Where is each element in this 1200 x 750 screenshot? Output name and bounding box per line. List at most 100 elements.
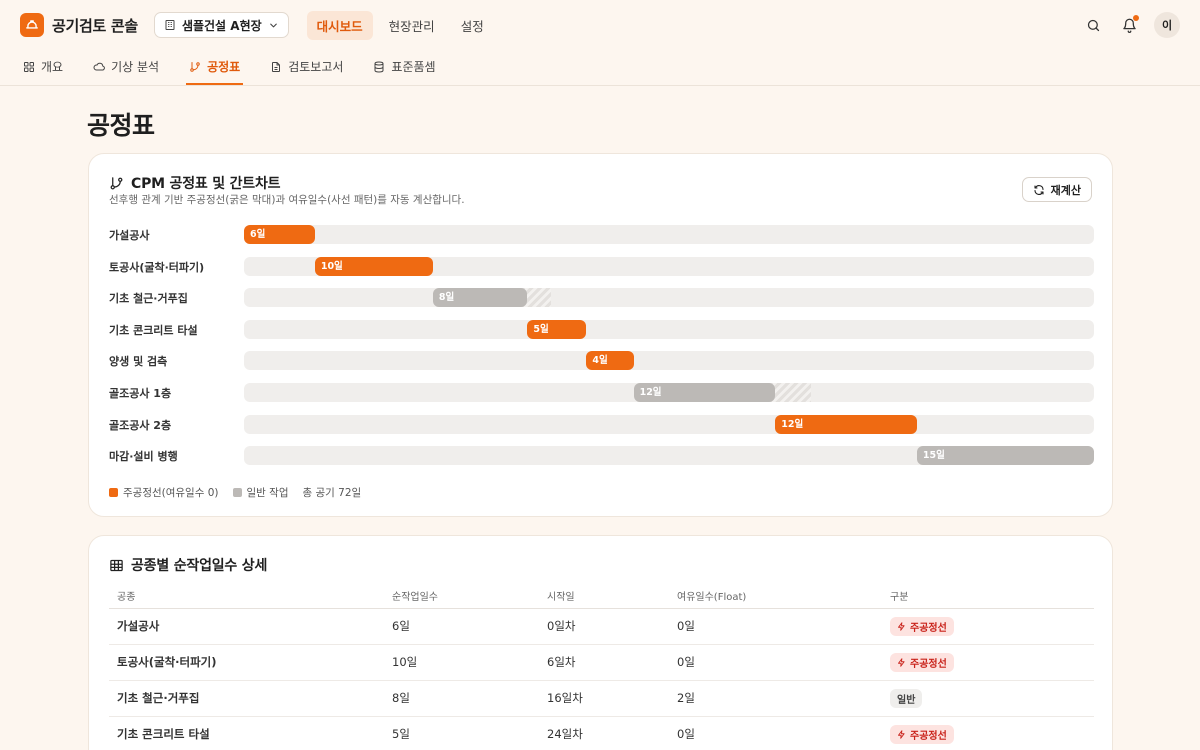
zap-icon [898,657,905,667]
database-icon [374,61,384,73]
badge-label: 주공정선 [910,658,947,670]
float-cell: 0일 [669,644,882,681]
task-name-cell: 기초 철근·거푸집 [109,680,384,717]
gantt-row: 기초 철근·거푸집 8일 [109,288,1094,308]
gantt-bar-normal[interactable]: 12일 [633,383,776,402]
type-cell: 주공정선 [882,716,1094,750]
duration-cell: 8일 [384,680,539,717]
search-icon [1087,19,1099,31]
duration-cell: 5일 [384,716,539,750]
column-header: 공종 [109,583,384,609]
float-cell: 2일 [669,680,882,717]
top-bar: 공기검토 콘솔 샘플건설 A현장 대시보드 현장관리 설정 이 [0,0,1200,50]
recalculate-label: 재계산 [1050,183,1081,197]
task-detail-title: 공종별 순작업일수 상세 [131,558,268,574]
tab-label: 공정표 [207,60,241,74]
legend-critical: 주공정선(여유일수 0) [109,485,219,500]
gantt-bar-critical[interactable]: 6일 [244,225,315,244]
git-branch-icon [190,61,200,72]
badge-label: 주공정선 [910,730,947,742]
gantt-task-label: 양생 및 검측 [109,355,168,369]
tab-overview[interactable]: 개요 [20,50,66,85]
gantt-row: 양생 및 검측 4일 [109,351,1094,371]
gantt-row: 골조공사 2층 12일 [109,414,1094,434]
sub-tabs: 개요 기상 분석 공정표 검토보고서 표준품셈 [0,50,1200,86]
gantt-bar-critical[interactable]: 4일 [586,351,634,371]
nav-site-management[interactable]: 현장관리 [379,11,445,40]
gantt-bar-critical[interactable]: 12일 [775,414,917,434]
gantt-track: 15일 [244,446,1094,466]
tab-weather[interactable]: 기상 분석 [90,50,162,85]
gantt-track: 12일 [244,414,1094,434]
gantt-task-label: 골조공사 1층 [109,387,172,400]
gantt-subtitle: 선후행 관계 기반 주공정선(굵은 막대)과 여유일수(사선 패턴)를 자동 계… [109,194,465,206]
legend-normal: 일반 작업 [232,485,289,500]
column-header: 순작업일수 [384,583,539,609]
tab-label: 검토보고서 [288,60,344,74]
building-icon [165,20,175,30]
gantt-float-bar [769,383,811,402]
tab-label: 개요 [41,60,64,74]
gantt-bar-critical[interactable]: 10일 [314,256,433,276]
tab-standard-quantity[interactable]: 표준품셈 [370,50,438,85]
gantt-task-label: 가설공사 [109,229,150,242]
gantt-bar-normal[interactable]: 8일 [432,288,528,308]
recalculate-button[interactable]: 재계산 [1021,177,1092,202]
gantt-row: 기초 콘크리트 타설 5일 [109,319,1094,339]
app-title[interactable]: 공기검토 콘솔 [52,15,138,36]
refresh-icon [1034,184,1044,195]
legend-normal-label: 일반 작업 [246,487,289,499]
start-day-cell: 24일차 [539,716,669,750]
notification-dot [1133,15,1139,21]
nav-settings[interactable]: 설정 [451,11,494,40]
helmet-logo-icon[interactable] [20,13,44,37]
gantt-legend: 주공정선(여유일수 0) 일반 작업 총 공기 72일 [109,485,361,500]
start-day-cell: 6일차 [539,644,669,681]
gantt-track: 10일 [244,256,1094,276]
gantt-title: CPM 공정표 및 간트차트 [131,176,281,192]
gantt-track: 8일 [244,288,1094,308]
critical-path-badge: 주공정선 [890,724,954,744]
tab-label: 기상 분석 [111,60,160,74]
cloud-icon [93,62,105,70]
legend-total-duration: 총 공기 72일 [302,487,362,499]
legend-critical-swatch [109,488,118,497]
tab-schedule[interactable]: 공정표 [186,50,244,85]
gantt-task-label: 기초 콘크리트 타설 [109,323,198,337]
gantt-track: 12일 [244,383,1094,402]
gantt-bar-critical[interactable]: 5일 [527,319,587,339]
gantt-bar-normal[interactable]: 15일 [916,446,1094,466]
zap-icon [898,729,905,739]
tab-label: 표준품셈 [391,60,436,74]
type-cell: 일반 [882,680,1094,717]
column-header: 구분 [882,583,1094,609]
task-name-cell: 기초 콘크리트 타설 [109,716,384,750]
main-nav: 대시보드 현장관리 설정 [306,10,494,40]
start-day-cell: 16일차 [539,680,669,717]
column-header: 여유일수(Float) [669,583,882,609]
tab-report[interactable]: 검토보고서 [267,50,346,85]
table-row: 토공사(굴착·터파기) 10일 6일차 0일 주공정선 [109,644,1094,681]
duration-cell: 6일 [384,608,539,645]
gantt-task-label: 마감·설비 병행 [109,450,178,464]
gantt-task-label: 기초 철근·거푸집 [109,292,188,306]
table-icon [110,559,123,571]
site-selector[interactable]: 샘플건설 A현장 [153,12,289,38]
file-icon [272,61,281,72]
search-button[interactable] [1082,14,1104,36]
float-cell: 0일 [669,716,882,750]
avatar[interactable]: 이 [1154,12,1180,38]
nav-dashboard[interactable]: 대시보드 [306,10,373,40]
table-header-row: 공종 순작업일수 시작일 여유일수(Float) 구분 [109,583,1094,609]
gantt-row: 골조공사 1층 12일 [109,383,1094,402]
site-selector-label: 샘플건설 A현장 [181,18,262,33]
type-cell: 주공정선 [882,608,1094,645]
type-cell: 주공정선 [882,644,1094,681]
gantt-track: 5일 [244,319,1094,339]
float-cell: 0일 [669,608,882,645]
normal-badge: 일반 [890,688,923,708]
critical-path-badge: 주공정선 [890,652,954,672]
badge-label: 주공정선 [910,622,947,634]
notifications-button[interactable] [1118,14,1140,36]
gantt-row: 마감·설비 병행 15일 [109,446,1094,466]
